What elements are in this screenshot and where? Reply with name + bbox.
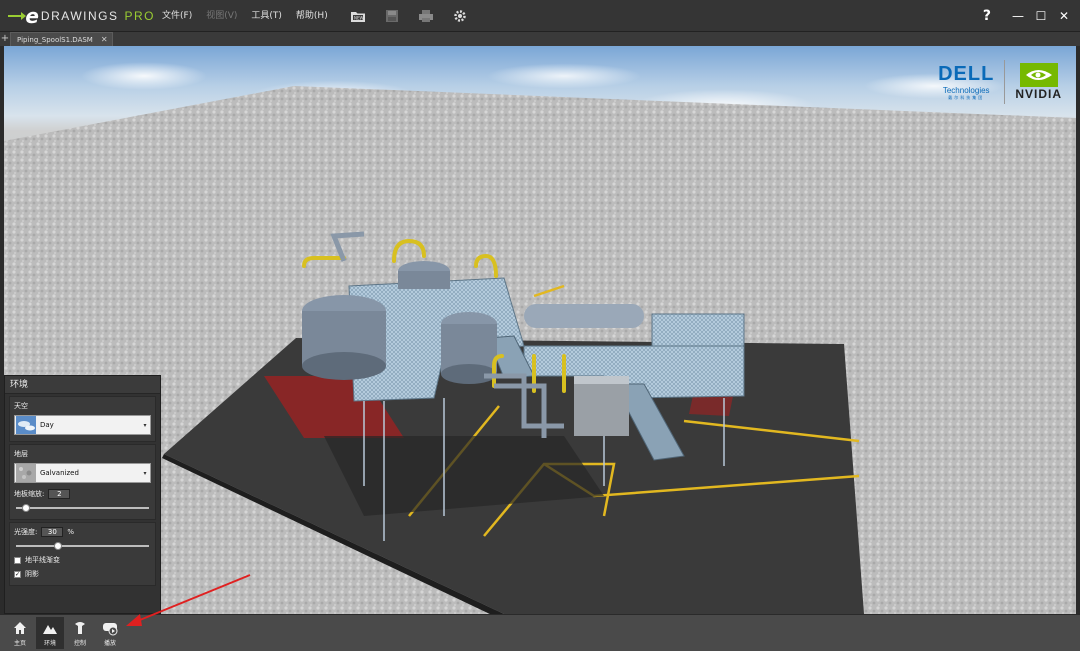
scene-render <box>4 86 1076 614</box>
nav-environment-button[interactable]: 环境 <box>36 617 64 649</box>
chevron-down-icon: ▾ <box>143 469 147 477</box>
logo-pro: PRO <box>124 8 155 23</box>
light-intensity-row: 光强度: 30 % <box>14 527 151 537</box>
dell-logo: DELL Technologies 戴尔科技集团 <box>938 63 994 101</box>
floor-scale-input[interactable]: 2 <box>48 489 71 499</box>
floor-dropdown[interactable]: Galvanized ▾ <box>14 463 151 483</box>
logo-arrow-icon <box>8 11 27 20</box>
menu-bar: 文件(F) 视图(V) 工具(T) 帮助(H) <box>155 0 335 32</box>
app-logo: e DRAWINGS PRO <box>0 0 155 32</box>
horizon-fade-label: 地平线渐变 <box>25 556 60 564</box>
control-icon <box>75 622 85 634</box>
menu-file[interactable]: 文件(F) <box>155 0 199 32</box>
environment-panel-title: 环境 <box>5 376 160 394</box>
menu-help[interactable]: 帮助(H) <box>289 0 335 32</box>
add-tab-button[interactable]: + <box>0 32 10 46</box>
horizon-fade-row: 地平线渐变 <box>14 555 151 565</box>
floor-scale-slider-track <box>16 507 149 509</box>
play-icon <box>103 623 118 636</box>
open-folder-icon[interactable]: NEW <box>349 7 367 25</box>
brand-divider <box>1004 60 1006 104</box>
environment-panel: 环境 天空 Day ▾ 地层 Galvanized ▾ 地板缩放: 2 光强度:… <box>4 375 161 614</box>
logo-e: e <box>25 3 39 28</box>
bottom-nav-bar: 主页 环境 控制 播放 <box>0 614 1080 651</box>
nav-home-button[interactable]: 主页 <box>6 617 34 649</box>
svg-text:NEW: NEW <box>354 15 364 20</box>
chevron-down-icon: ▾ <box>143 421 147 429</box>
document-tab[interactable]: Piping_SpoolS1.DASM ✕ <box>10 32 113 46</box>
floor-thumbnail-icon <box>16 464 36 482</box>
sky-label: 天空 <box>14 402 28 410</box>
floor-section: 地层 Galvanized ▾ 地板缩放: 2 <box>9 444 156 520</box>
tab-close-icon[interactable]: ✕ <box>101 35 108 44</box>
settings-icon[interactable] <box>451 7 469 25</box>
light-section: 光强度: 30 % 地平线渐变 ✓ 阴影 <box>9 522 156 586</box>
sky-section: 天空 Day ▾ <box>9 396 156 442</box>
sky-dropdown[interactable]: Day ▾ <box>14 415 151 435</box>
shadow-checkbox[interactable]: ✓ <box>14 570 21 578</box>
nvidia-eye-icon <box>1019 63 1058 87</box>
light-intensity-slider-track <box>16 545 149 547</box>
nav-play-button[interactable]: 播放 <box>96 617 124 649</box>
shadow-row: ✓ 阴影 <box>14 569 151 579</box>
floor-scale-slider-thumb[interactable] <box>22 504 31 512</box>
nav-environment-label: 环境 <box>43 640 56 647</box>
logo-text: DRAWINGS <box>40 8 119 23</box>
home-icon <box>14 622 26 634</box>
title-bar: e DRAWINGS PRO 文件(F) 视图(V) 工具(T) 帮助(H) N… <box>0 0 1080 32</box>
document-tab-bar: + Piping_SpoolS1.DASM ✕ <box>0 32 1080 46</box>
help-button[interactable]: ? <box>983 8 991 24</box>
floor-label: 地层 <box>14 450 28 458</box>
menu-view[interactable]: 视图(V) <box>199 0 244 32</box>
floor-scale-row: 地板缩放: 2 <box>14 489 151 499</box>
nav-play-label: 播放 <box>103 640 116 647</box>
sky-dropdown-value: Day <box>40 421 54 429</box>
print-icon[interactable] <box>417 7 435 25</box>
maximize-button[interactable]: ☐ <box>1031 6 1051 26</box>
floor-scale-label: 地板缩放: <box>14 490 45 498</box>
sky-thumbnail-icon <box>16 416 36 434</box>
light-intensity-slider-thumb[interactable] <box>53 542 62 550</box>
toolbar: NEW <box>341 7 477 25</box>
close-button[interactable]: ✕ <box>1054 6 1074 26</box>
save-icon[interactable] <box>383 7 401 25</box>
sponsor-branding: DELL Technologies 戴尔科技集团 NVIDIA <box>938 60 1062 104</box>
mountain-icon <box>43 625 57 634</box>
3d-viewport[interactable]: DELL Technologies 戴尔科技集团 NVIDIA <box>4 46 1076 614</box>
menu-tools[interactable]: 工具(T) <box>244 0 289 32</box>
light-intensity-slider[interactable] <box>14 541 151 551</box>
minimize-button[interactable]: — <box>1008 6 1028 26</box>
nav-control-button[interactable]: 控制 <box>66 617 94 649</box>
floor-scale-slider[interactable] <box>14 503 151 513</box>
nav-control-label: 控制 <box>73 640 86 647</box>
light-intensity-label: 光强度: <box>14 528 38 536</box>
dell-logo-subtitle: Technologies <box>942 86 990 95</box>
floor-dropdown-value: Galvanized <box>40 469 79 477</box>
shadow-label: 阴影 <box>25 570 39 578</box>
window-controls: ? — ☐ ✕ <box>983 0 1074 32</box>
dell-logo-text: DELL <box>938 63 995 85</box>
document-tab-label: Piping_SpoolS1.DASM <box>17 35 93 44</box>
nvidia-logo-text: NVIDIA <box>1015 87 1062 101</box>
dell-logo-chinese: 戴尔科技集团 <box>948 95 985 100</box>
nav-home-label: 主页 <box>13 640 26 647</box>
light-intensity-unit: % <box>67 528 75 536</box>
light-intensity-input[interactable]: 30 <box>41 527 64 537</box>
horizon-fade-checkbox[interactable] <box>14 556 21 564</box>
nvidia-logo: NVIDIA <box>1015 63 1062 101</box>
